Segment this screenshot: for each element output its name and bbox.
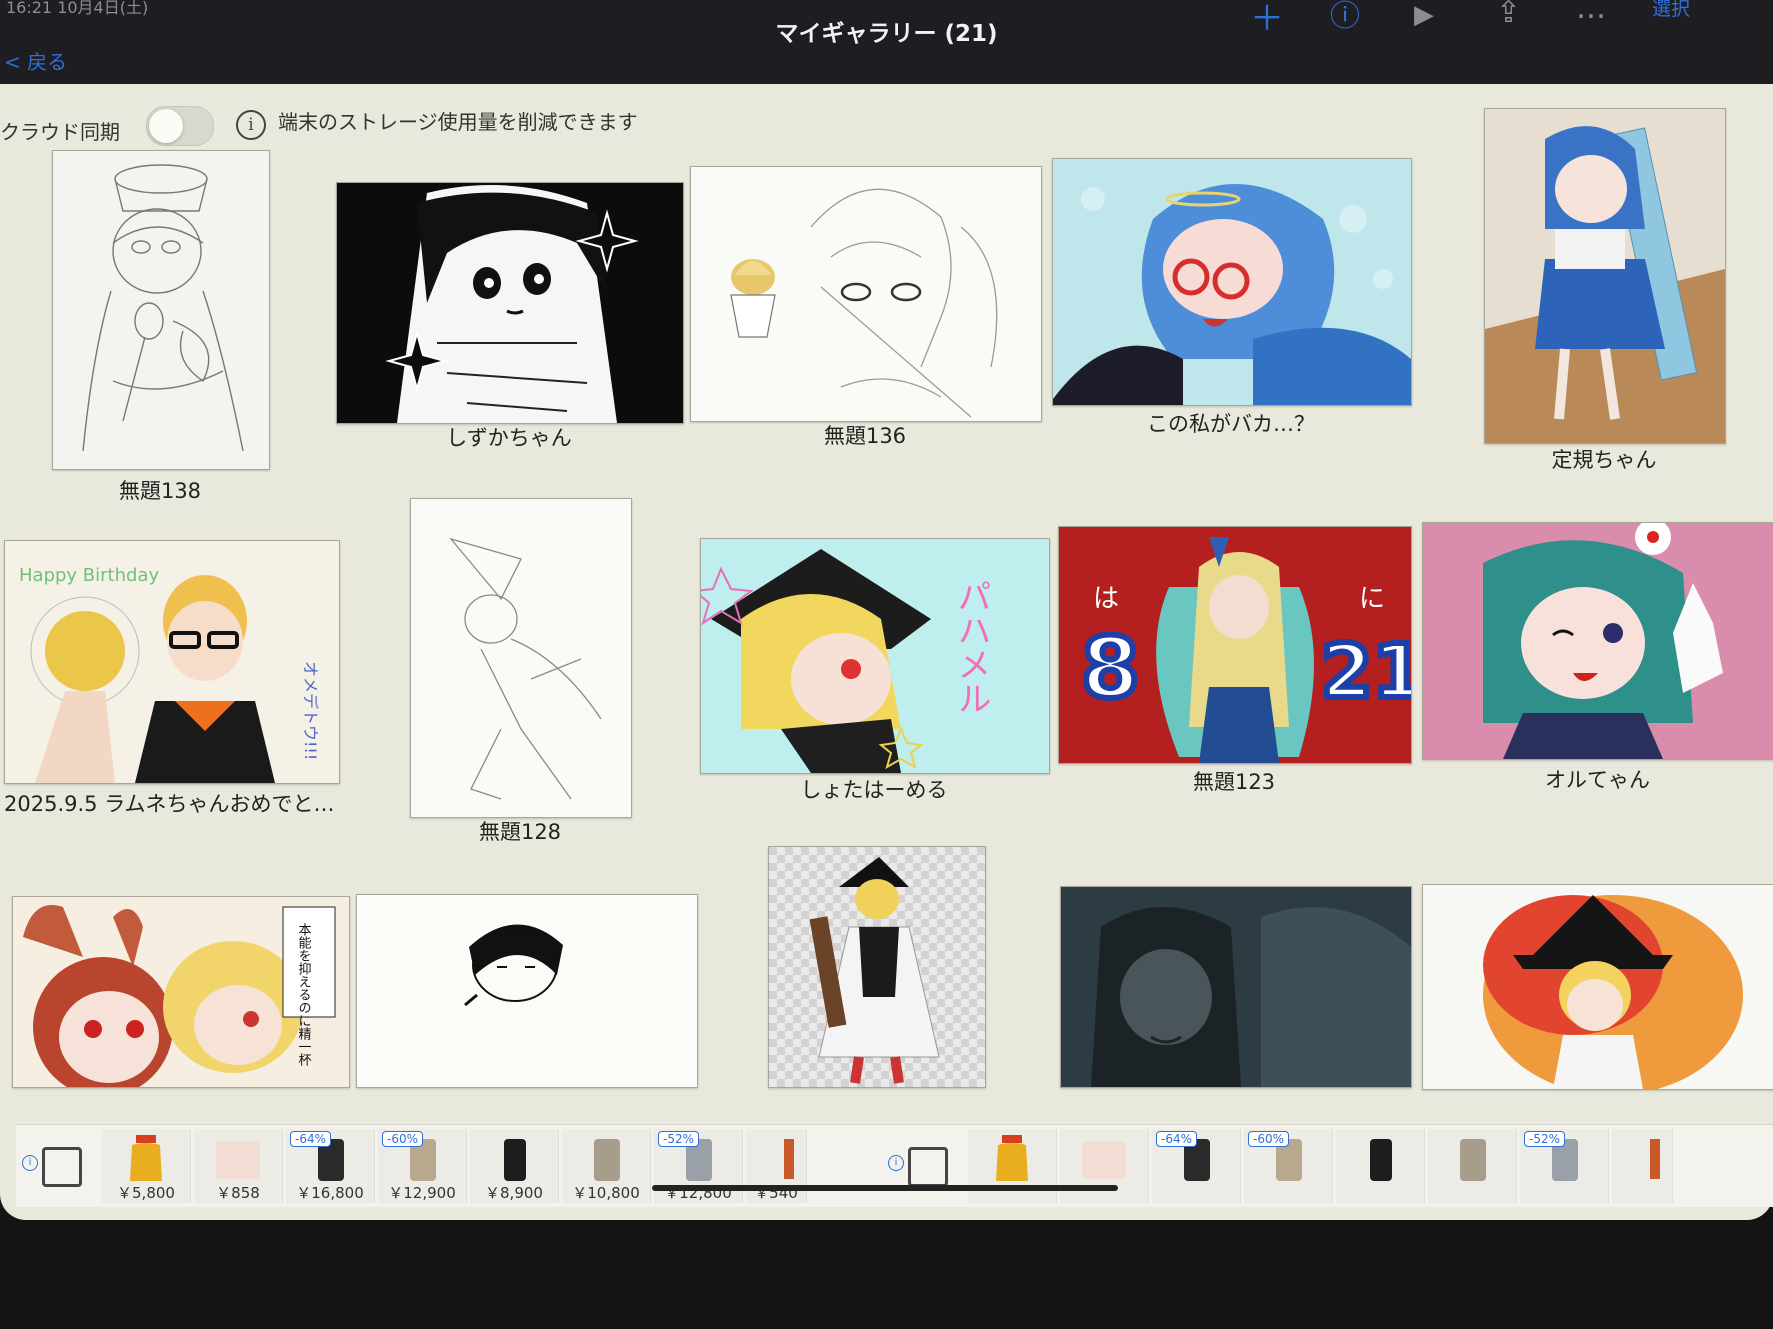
info-icon[interactable]: i [236,110,266,140]
artwork-title: オルてゃん [1545,768,1650,792]
more-icon[interactable]: … [1576,0,1606,24]
navigation-bar: 16:21 10月4日(土) < 戻る マイギャラリー (21) ＋ ⓘ ▶ ⇪… [0,0,1773,84]
back-button[interactable]: < 戻る [4,46,67,75]
screen: 16:21 10月4日(土) < 戻る マイギャラリー (21) ＋ ⓘ ▶ ⇪… [0,0,1773,1220]
product-item[interactable]: -64% ￥16,800 [286,1129,375,1203]
artwork-thumbnail[interactable] [1422,522,1773,760]
artwork-thumbnail[interactable] [410,498,632,818]
artwork-title: 無題123 [1192,770,1276,794]
artwork-title: 2025.9.5 ラムネちゃんおめでと… [4,792,335,816]
discount-badge: -60% [1248,1131,1290,1147]
ad-info-icon[interactable]: i [22,1155,38,1171]
cloud-sync-note: 端末のストレージ使用量を削減できます [278,110,638,134]
discount-badge: -64% [1156,1131,1198,1147]
product-item[interactable]: -52% [1520,1129,1609,1203]
artwork-thumbnail[interactable] [336,182,684,424]
ni-text: に [1359,584,1385,614]
product-item[interactable]: ￥540 [746,1129,807,1203]
discount-badge: -52% [658,1131,700,1147]
product-price: ￥16,800 [296,1184,364,1202]
artwork-thumbnail[interactable] [768,846,986,1088]
product-item[interactable]: ￥5,800 [102,1129,191,1203]
artwork-thumbnail[interactable]: 8 は 21 に [1058,526,1412,764]
artwork-thumbnail[interactable] [1060,886,1412,1088]
artwork-thumbnail[interactable]: 本能を抑えるのに精一杯 [12,896,350,1088]
artwork-thumbnail[interactable]: Happy Birthday オメデトウ!!! [4,540,340,784]
artwork-thumbnail[interactable] [690,166,1042,422]
product-item[interactable]: ￥10,800 [562,1129,651,1203]
product-item[interactable]: ￥858 [194,1129,283,1203]
home-indicator[interactable] [652,1185,1118,1191]
select-button[interactable]: 選択 [1652,0,1690,21]
ha-text: は [1093,584,1119,614]
product-price: ￥858 [216,1184,260,1202]
play-icon[interactable]: ▶ [1414,0,1434,30]
open-external-icon[interactable] [42,1147,82,1187]
cloud-sync-label: クラウド同期 [0,120,120,144]
product-price: ￥10,800 [572,1184,640,1202]
ad-info-icon[interactable]: i [888,1155,904,1171]
product-item[interactable]: -60% [1244,1129,1333,1203]
artwork-title: 無題128 [478,820,562,844]
artwork-thumbnail[interactable] [1422,884,1773,1090]
product-item[interactable]: ￥8,900 [470,1129,559,1203]
plus-icon[interactable]: ＋ [1250,2,1284,36]
birthday-text: Happy Birthday [19,565,159,586]
product-price: ￥8,900 [485,1184,543,1202]
product-item[interactable]: -60% ￥12,900 [378,1129,467,1203]
product-item[interactable] [968,1129,1057,1203]
artwork-title: 無題136 [823,424,907,448]
number-21-text: 21 [1321,629,1411,715]
pa-ha-meru-text: パハメル [951,579,991,715]
cloud-sync-toggle[interactable] [146,106,214,146]
product-item[interactable] [1428,1129,1517,1203]
cloud-sync-row: クラウド同期 i 端末のストレージ使用量を削減できます [0,100,800,150]
artwork-title: 無題138 [118,479,202,503]
product-price: ￥12,900 [388,1184,456,1202]
artwork-thumbnail[interactable] [356,894,698,1088]
artwork-title: この私がバカ…？ [1147,412,1315,436]
artwork-thumbnail[interactable]: パハメル [700,538,1050,774]
number-8-text: 8 [1081,619,1139,717]
product-item[interactable] [1336,1129,1425,1203]
artwork-title: 定規ちゃん [1551,448,1657,472]
shopping-bar: i ￥5,800 ￥858 -64% ￥16,800 -60% ￥12,900 … [16,1124,1773,1207]
artwork-title: しずかちゃん [446,426,572,450]
product-item[interactable] [1612,1129,1673,1203]
manga-text: 本能を抑えるのに精一杯 [296,923,312,1066]
open-external-icon[interactable] [908,1147,948,1187]
artwork-thumbnail[interactable] [52,150,270,470]
product-item[interactable] [1060,1129,1149,1203]
discount-badge: -64% [290,1131,332,1147]
artwork-title: しょたはーめる [800,778,948,802]
artwork-thumbnail[interactable] [1484,108,1726,444]
product-item[interactable]: -64% [1152,1129,1241,1203]
product-item[interactable]: -52% ￥12,800 [654,1129,743,1203]
omedetou-text: オメデトウ!!! [301,661,320,760]
artwork-thumbnail[interactable] [1052,158,1412,406]
share-icon[interactable]: ⇪ [1496,0,1521,28]
info-icon[interactable]: ⓘ [1330,2,1360,32]
discount-badge: -52% [1524,1131,1566,1147]
product-price: ￥5,800 [117,1184,175,1202]
discount-badge: -60% [382,1131,424,1147]
